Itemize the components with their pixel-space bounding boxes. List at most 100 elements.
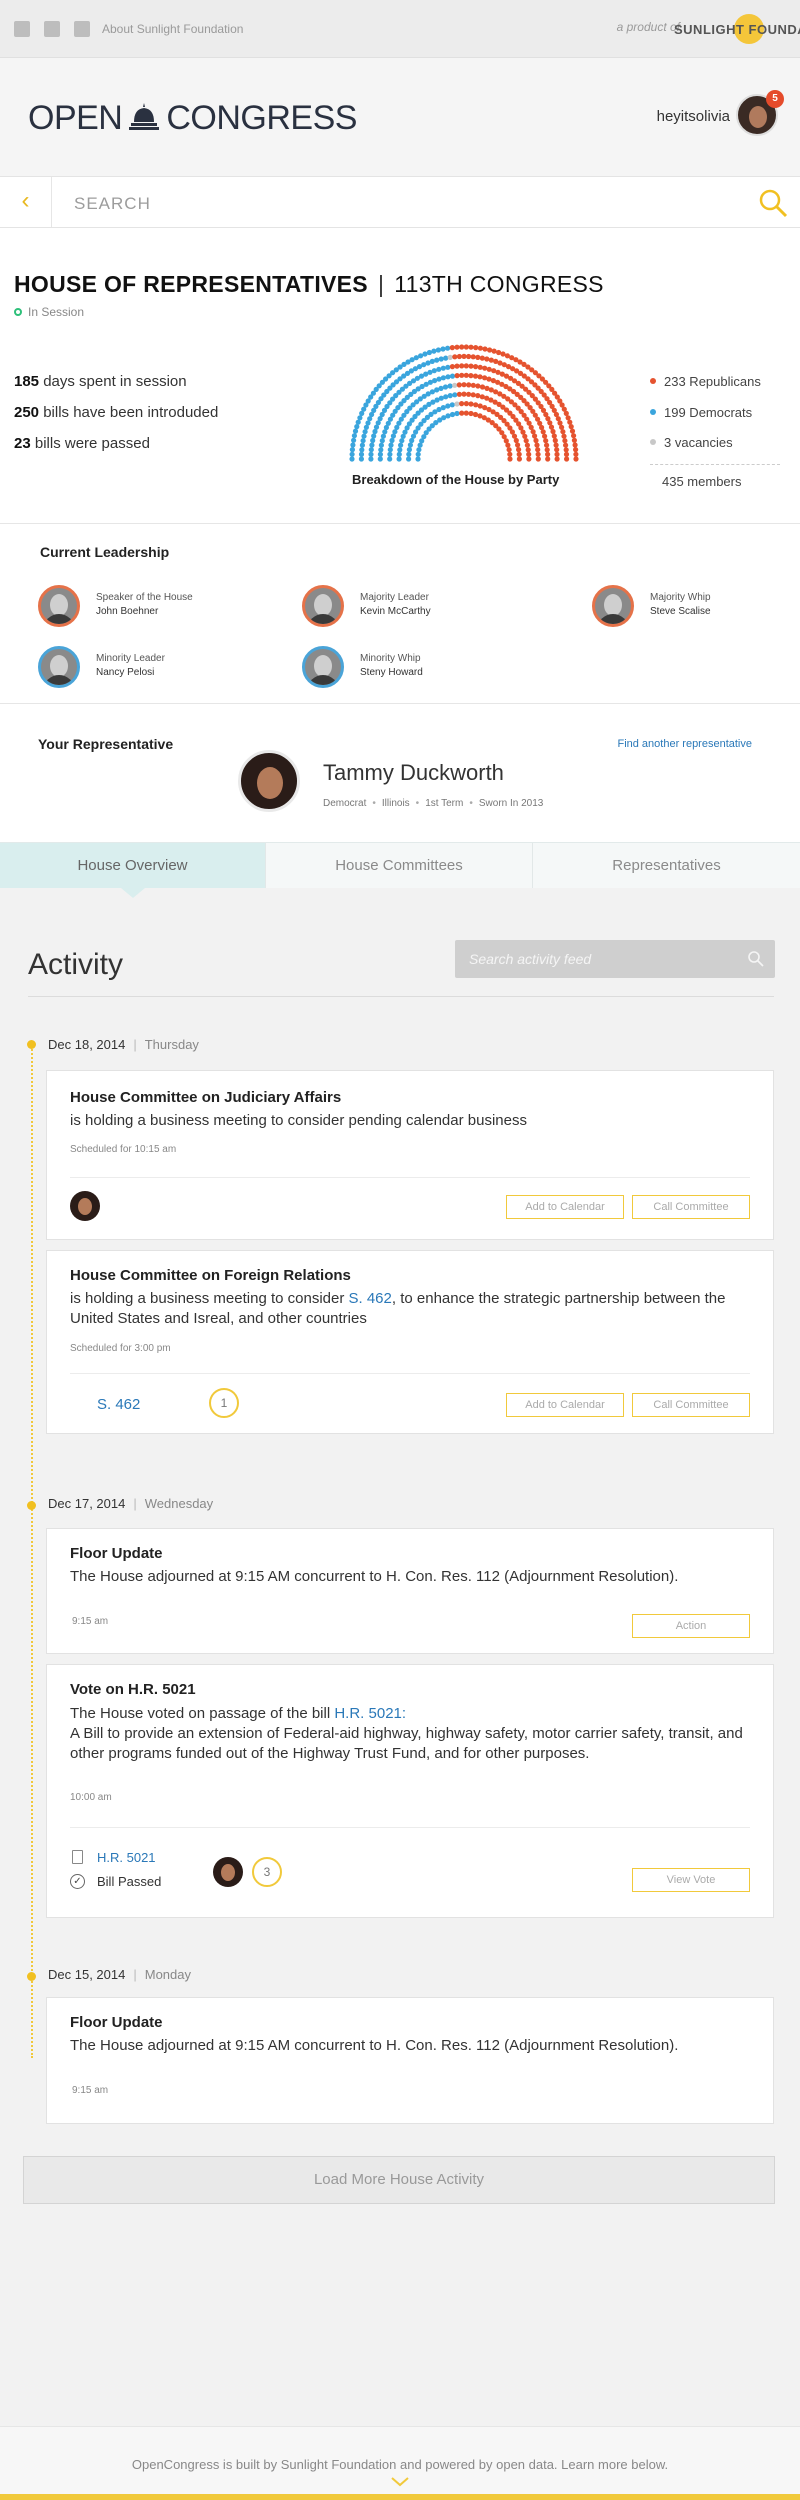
seat-democrat bbox=[368, 447, 374, 453]
tab-house-committees[interactable]: House Committees bbox=[266, 843, 533, 888]
about-link[interactable]: About Sunlight Foundation bbox=[102, 22, 243, 36]
facebook-icon[interactable] bbox=[14, 21, 30, 37]
member-avatar[interactable] bbox=[213, 1857, 243, 1887]
seat-republican bbox=[563, 442, 569, 448]
call-committee-button[interactable]: Call Committee bbox=[632, 1393, 750, 1417]
google-plus-icon[interactable] bbox=[74, 21, 90, 37]
activity-search-placeholder: Search activity feed bbox=[469, 951, 592, 967]
add-to-calendar-button[interactable]: Add to Calendar bbox=[506, 1393, 624, 1417]
day-header: Dec 15, 2014 | Monday bbox=[48, 1967, 191, 1982]
seat-republican bbox=[543, 438, 549, 444]
find-representative-link[interactable]: Find another representative bbox=[617, 738, 752, 750]
seat-republican bbox=[461, 391, 467, 397]
seat-republican bbox=[459, 372, 465, 378]
leader-majority-whip[interactable]: Majority Whip Steve Scalise bbox=[592, 585, 800, 629]
related-count[interactable]: 3 bbox=[252, 1857, 282, 1887]
load-more-button[interactable]: Load More House Activity bbox=[23, 2156, 775, 2204]
search-icon[interactable] bbox=[747, 950, 765, 968]
seat-democrat bbox=[438, 356, 444, 362]
seat-democrat bbox=[368, 451, 374, 457]
activity-search-input[interactable]: Search activity feed bbox=[455, 940, 775, 978]
related-count[interactable]: 1 bbox=[209, 1388, 239, 1418]
seat-democrat bbox=[349, 451, 355, 457]
divider bbox=[70, 1827, 750, 1828]
leader-majority-leader[interactable]: Majority Leader Kevin McCarthy bbox=[302, 585, 522, 629]
card-title[interactable]: House Committee on Foreign Relations bbox=[70, 1267, 351, 1284]
seat-republican bbox=[550, 428, 556, 435]
card-title[interactable]: Floor Update bbox=[70, 1545, 163, 1562]
seat-democrat bbox=[398, 442, 404, 448]
top-bar: About Sunlight Foundation a product of S… bbox=[0, 0, 800, 58]
action-button[interactable]: Action bbox=[632, 1614, 750, 1638]
leader-speaker[interactable]: Speaker of the House John Boehner bbox=[38, 585, 258, 629]
tab-house-overview[interactable]: House Overview bbox=[0, 843, 266, 888]
seat-republican bbox=[482, 365, 488, 371]
seat-democrat bbox=[449, 402, 455, 408]
sunlight-logo[interactable]: SUNLIGHT FOUNDATION bbox=[674, 12, 800, 46]
seat-democrat bbox=[440, 405, 446, 411]
seat-democrat bbox=[449, 373, 456, 379]
seat-republican bbox=[516, 456, 522, 462]
stat-bills-introduced: 250 bills have been introduded bbox=[14, 404, 219, 421]
leader-name: Nancy Pelosi bbox=[96, 667, 155, 678]
rep-name[interactable]: Tammy Duckworth bbox=[323, 760, 504, 786]
seat-democrat bbox=[377, 451, 383, 457]
view-vote-button[interactable]: View Vote bbox=[632, 1868, 750, 1892]
search-icon[interactable] bbox=[758, 188, 788, 218]
username[interactable]: heyitsolivia bbox=[657, 108, 730, 125]
twitter-icon[interactable] bbox=[44, 21, 60, 37]
seat-democrat bbox=[406, 456, 412, 462]
card-title[interactable]: Floor Update bbox=[70, 2014, 163, 2031]
seat-democrat bbox=[435, 347, 441, 353]
seat-democrat bbox=[378, 447, 384, 453]
leader-minority-leader[interactable]: Minority Leader Nancy Pelosi bbox=[38, 646, 258, 690]
member-avatar[interactable] bbox=[70, 1191, 100, 1221]
seat-republican bbox=[463, 401, 469, 407]
seat-democrat bbox=[445, 413, 451, 419]
seat-republican bbox=[477, 403, 483, 409]
bill-link[interactable]: S. 462 bbox=[97, 1396, 140, 1413]
bill-inline-link[interactable]: H.R. 5021: bbox=[334, 1705, 406, 1722]
leader-photo bbox=[302, 646, 344, 688]
seat-republican bbox=[459, 344, 465, 350]
logo-open: OPEN bbox=[28, 99, 123, 137]
seat-republican bbox=[505, 442, 511, 448]
seat-republican bbox=[551, 433, 557, 439]
chevron-left-icon: ‹ bbox=[21, 187, 30, 214]
leader-minority-whip[interactable]: Minority Whip Steny Howard bbox=[302, 646, 522, 690]
chevron-down-icon[interactable] bbox=[390, 2477, 410, 2487]
leader-name: Kevin McCarthy bbox=[360, 606, 431, 617]
seat-republican bbox=[454, 363, 460, 369]
seat-democrat bbox=[368, 456, 374, 462]
bill-link[interactable]: H.R. 5021 bbox=[97, 1850, 156, 1865]
add-to-calendar-button[interactable]: Add to Calendar bbox=[506, 1195, 624, 1219]
seat-republican bbox=[571, 437, 577, 443]
search-input[interactable]: SEARCH bbox=[74, 194, 151, 214]
seat-republican bbox=[473, 364, 479, 370]
bill-inline-link[interactable]: S. 462 bbox=[349, 1290, 392, 1307]
open-congress-logo[interactable]: OPEN CONGRESS bbox=[28, 99, 357, 138]
seat-republican bbox=[573, 451, 579, 457]
tab-representatives[interactable]: Representatives bbox=[533, 843, 800, 888]
seat-democrat bbox=[436, 376, 442, 382]
seat-democrat bbox=[440, 346, 446, 352]
seat-democrat bbox=[387, 447, 393, 453]
seat-democrat bbox=[397, 447, 403, 453]
call-committee-button[interactable]: Call Committee bbox=[632, 1195, 750, 1219]
rep-photo[interactable] bbox=[238, 750, 300, 812]
card-title[interactable]: Vote on H.R. 5021 bbox=[70, 1681, 196, 1698]
back-button[interactable]: ‹ bbox=[0, 177, 52, 227]
timeline-dot-icon bbox=[27, 1501, 36, 1510]
seat-republican bbox=[468, 401, 474, 407]
seat-republican bbox=[572, 442, 578, 448]
card-title[interactable]: House Committee on Judiciary Affairs bbox=[70, 1089, 341, 1106]
activity-card-foreign-relations: House Committee on Foreign Relations is … bbox=[46, 1250, 774, 1434]
card-body: is holding a business meeting to conside… bbox=[70, 1112, 527, 1129]
seat-democrat bbox=[443, 355, 449, 361]
seat-democrat bbox=[431, 368, 437, 374]
notification-badge[interactable]: 5 bbox=[766, 90, 784, 108]
seat-republican bbox=[534, 442, 540, 448]
seat-democrat bbox=[360, 438, 366, 444]
seat-republican bbox=[456, 391, 462, 397]
seat-republican bbox=[463, 344, 469, 350]
